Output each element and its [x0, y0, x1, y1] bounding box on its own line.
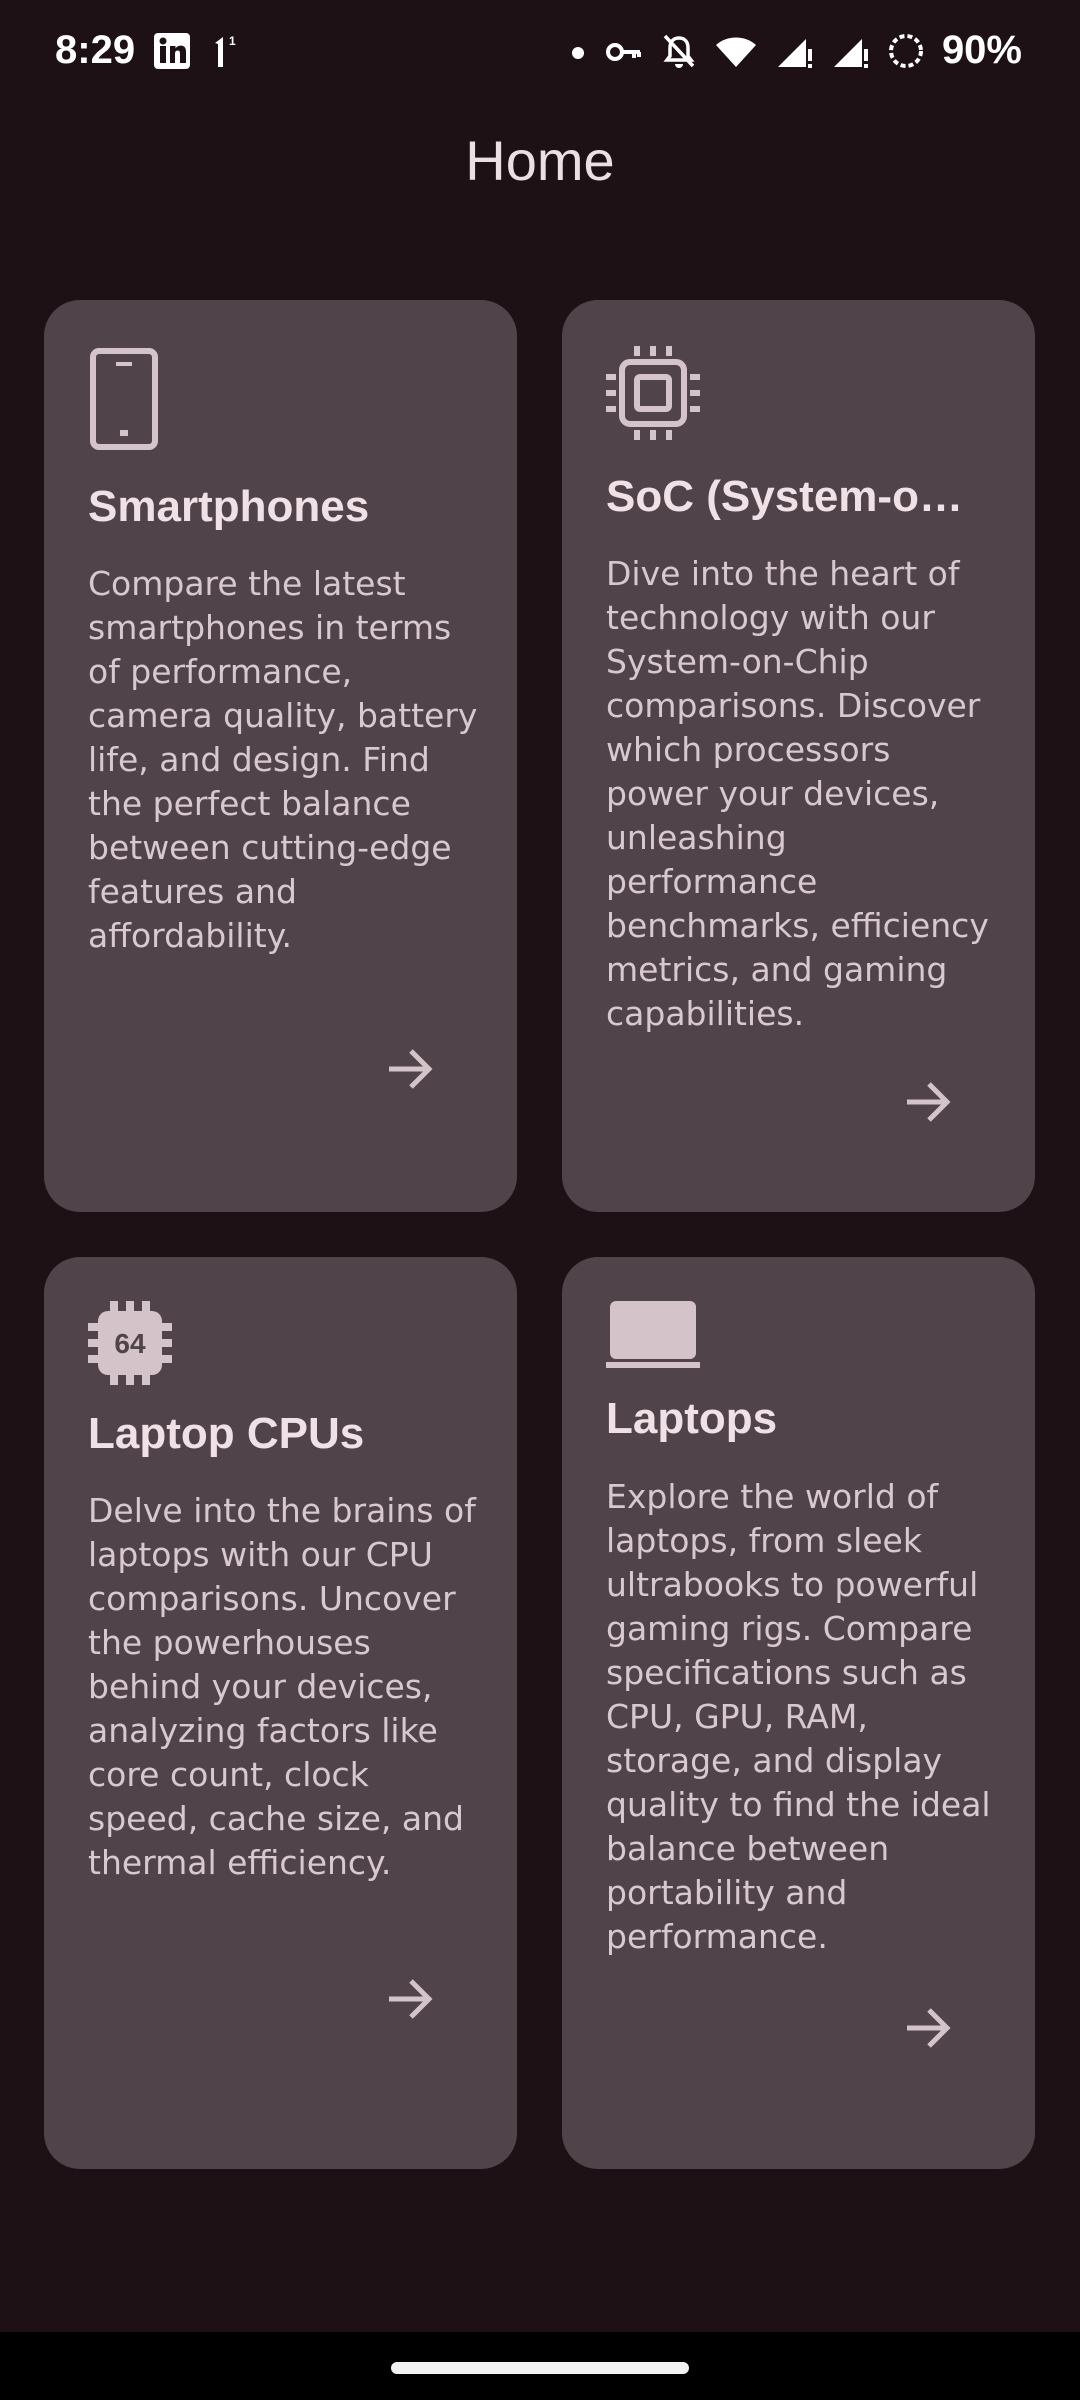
card-description: Delve into the brains of laptops with ou… — [88, 1491, 476, 1882]
card-laptop-cpus[interactable]: 64 Laptop CPUs Delve into the brains of … — [44, 1257, 517, 2169]
arrow-forward-icon[interactable] — [903, 1077, 953, 1127]
cell-signal-icon — [774, 31, 814, 71]
linkedin-icon — [153, 32, 191, 70]
arrow-forward-icon[interactable] — [385, 1974, 435, 2024]
arrow-forward-icon[interactable] — [385, 1044, 435, 1094]
status-bar: 8:29 1 90% — [0, 0, 1080, 110]
card-title: Smartphones — [88, 482, 370, 531]
card-soc[interactable]: SoC (System-o… Dive into the heart of te… — [562, 300, 1035, 1212]
battery-saver-icon — [886, 31, 926, 71]
card-description: Explore the world of laptops, from sleek… — [606, 1477, 991, 1956]
card-title: Laptops — [606, 1394, 778, 1443]
laptop-icon — [606, 1301, 700, 1373]
battery-percent: 90% — [941, 28, 1022, 72]
smartphone-icon — [88, 346, 160, 456]
status-left: 8:29 1 — [55, 28, 239, 73]
arrow-forward-icon[interactable] — [903, 2003, 953, 2053]
cpu-64-icon: 64 — [88, 1301, 172, 1389]
svg-text:1: 1 — [229, 34, 236, 48]
card-title: Laptop CPUs — [88, 1409, 365, 1458]
cell-signal-2-icon — [830, 31, 870, 71]
status-right: 90% — [568, 28, 1022, 73]
card-laptops[interactable]: Laptops Explore the world of laptops, fr… — [562, 1257, 1035, 2169]
status-time: 8:29 — [55, 28, 136, 72]
vpn-key-icon — [604, 31, 644, 71]
card-smartphones[interactable]: Smartphones Compare the latest smartphon… — [44, 300, 517, 1212]
home-indicator[interactable] — [391, 2362, 689, 2374]
signal-notification-icon: 1 — [209, 31, 239, 71]
card-description: Dive into the heart of technology with o… — [606, 554, 989, 1033]
card-title: SoC (System-o… — [606, 472, 963, 521]
chip-icon — [606, 346, 700, 444]
page-title: Home — [465, 129, 615, 192]
card-description: Compare the latest smartphones in terms … — [88, 564, 478, 955]
svg-text:64: 64 — [114, 1328, 146, 1359]
dot-icon — [568, 31, 588, 71]
muted-bell-icon — [660, 31, 698, 71]
wifi-icon — [714, 31, 758, 71]
